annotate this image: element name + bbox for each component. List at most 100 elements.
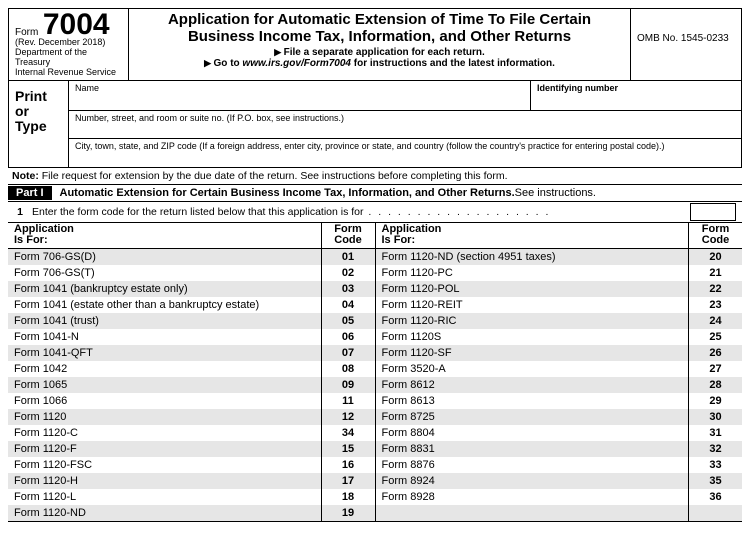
row-form-name: Form 1041 (bankruptcy estate only) bbox=[8, 283, 321, 295]
table-row: Form 106509 bbox=[8, 377, 375, 393]
subtitle-goto: Go to www.irs.gov/Form7004 for instructi… bbox=[137, 58, 622, 69]
row-form-code: 04 bbox=[321, 297, 375, 313]
row-form-code: 21 bbox=[688, 265, 742, 281]
row-form-code: 09 bbox=[321, 377, 375, 393]
row-form-code: 28 bbox=[688, 377, 742, 393]
irs-label: Internal Revenue Service bbox=[15, 67, 116, 77]
goto-pre: Go to bbox=[214, 58, 243, 69]
row-form-code: 34 bbox=[321, 425, 375, 441]
part-1-title: Automatic Extension for Certain Business… bbox=[60, 187, 515, 199]
table-row: Form 872530 bbox=[376, 409, 743, 425]
print-l3: Type bbox=[15, 118, 47, 134]
table-row: Form 861329 bbox=[376, 393, 743, 409]
dept-treasury: Department of the Treasury bbox=[15, 47, 87, 67]
address-field[interactable]: Number, street, and room or suite no. (I… bbox=[69, 111, 741, 139]
title-line-2: Business Income Tax, Information, and Ot… bbox=[188, 28, 571, 45]
table-row: Form 1041 (bankruptcy estate only)03 bbox=[8, 281, 375, 297]
form-number: 7004 bbox=[43, 11, 110, 38]
row-form-code: 06 bbox=[321, 329, 375, 345]
identity-section: Print or Type Name Identifying number Nu… bbox=[9, 81, 741, 168]
row-form-name: Form 1066 bbox=[8, 395, 321, 407]
form-7004-page: Form 7004 (Rev. December 2018) Departmen… bbox=[8, 8, 742, 168]
row-form-code: 23 bbox=[688, 297, 742, 313]
table-row: Form 706-GS(D)01 bbox=[8, 249, 375, 265]
table-row: Form 1120-SF26 bbox=[376, 345, 743, 361]
row-form-name: Form 1120-RIC bbox=[376, 315, 689, 327]
row-form-name: Form 1065 bbox=[8, 379, 321, 391]
row-form-name: Form 1120-FSC bbox=[8, 459, 321, 471]
row-form-code: 01 bbox=[321, 249, 375, 265]
table-row: Form 883132 bbox=[376, 441, 743, 457]
idnum-label: Identifying number bbox=[537, 83, 618, 93]
table-row: Form 1041-QFT07 bbox=[8, 345, 375, 361]
table-row: Form 887633 bbox=[376, 457, 743, 473]
row-form-name: Form 1041 (trust) bbox=[8, 315, 321, 327]
table-row: Form 1041 (trust)05 bbox=[8, 313, 375, 329]
row-form-name: Form 1120-ND (section 4951 taxes) bbox=[376, 251, 689, 263]
row-form-code: 19 bbox=[321, 505, 375, 521]
table-row: Form 106611 bbox=[8, 393, 375, 409]
table-row: Form 1120-REIT23 bbox=[376, 297, 743, 313]
row-form-code: 36 bbox=[688, 489, 742, 505]
row-form-name: Form 1120 bbox=[8, 411, 321, 423]
row-form-code: 20 bbox=[688, 249, 742, 265]
identifying-number-field[interactable]: Identifying number bbox=[531, 81, 741, 110]
subtitle-file-separate: File a separate application for each ret… bbox=[137, 47, 622, 58]
table-row: Form 112012 bbox=[8, 409, 375, 425]
table-row: Form 1120-H17 bbox=[8, 473, 375, 489]
form-code-input[interactable] bbox=[690, 203, 736, 221]
col-head-appfor-right: Application Is For: bbox=[376, 223, 689, 248]
line-1: 1 Enter the form code for the return lis… bbox=[8, 202, 742, 223]
table-col-right: Application Is For: Form Code Form 1120-… bbox=[376, 223, 743, 521]
row-form-code: 16 bbox=[321, 457, 375, 473]
goto-post: for instructions and the latest informat… bbox=[351, 58, 555, 69]
row-form-code: 27 bbox=[688, 361, 742, 377]
row-form-name: Form 8725 bbox=[376, 411, 689, 423]
row-form-name: Form 8876 bbox=[376, 459, 689, 471]
row-form-code: 30 bbox=[688, 409, 742, 425]
row-form-name: Form 1120-POL bbox=[376, 283, 689, 295]
row-form-name: Form 706-GS(T) bbox=[8, 267, 321, 279]
print-l1: Print bbox=[15, 88, 47, 104]
row-form-code: 31 bbox=[688, 425, 742, 441]
row-form-name: Form 8612 bbox=[376, 379, 689, 391]
table-row: Form 1120-FSC16 bbox=[8, 457, 375, 473]
col-head-appfor-left: Application Is For: bbox=[8, 223, 321, 248]
name-field[interactable]: Name bbox=[69, 81, 531, 110]
title-box: Application for Automatic Extension of T… bbox=[129, 9, 631, 80]
city-label: City, town, state, and ZIP code (If a fo… bbox=[75, 141, 665, 151]
note-text: File request for extension by the due da… bbox=[39, 170, 508, 182]
note-bold: Note: bbox=[12, 170, 39, 182]
row-form-code: 32 bbox=[688, 441, 742, 457]
row-form-name: Form 1042 bbox=[8, 363, 321, 375]
row-form-name: Form 1120-H bbox=[8, 475, 321, 487]
table-row: Form 1120-C34 bbox=[8, 425, 375, 441]
row-form-code: 15 bbox=[321, 441, 375, 457]
table-row bbox=[376, 505, 743, 521]
row-form-name: Form 1120-F bbox=[8, 443, 321, 455]
form-number-box: Form 7004 (Rev. December 2018) Departmen… bbox=[9, 9, 129, 80]
table-row: Form 3520-A27 bbox=[376, 361, 743, 377]
row-form-code: 07 bbox=[321, 345, 375, 361]
row-form-code: 02 bbox=[321, 265, 375, 281]
addr-label: Number, street, and room or suite no. (I… bbox=[75, 113, 344, 123]
row-form-code: 18 bbox=[321, 489, 375, 505]
row-form-name: Form 706-GS(D) bbox=[8, 251, 321, 263]
row-form-name: Form 8831 bbox=[376, 443, 689, 455]
part-1-tail: See instructions. bbox=[515, 187, 596, 199]
city-field[interactable]: City, town, state, and ZIP code (If a fo… bbox=[69, 139, 741, 167]
part-1-label: Part I bbox=[8, 186, 52, 200]
row-form-name: Form 1120-C bbox=[8, 427, 321, 439]
table-row: Form 1120-POL22 bbox=[376, 281, 743, 297]
row-form-code: 17 bbox=[321, 473, 375, 489]
table-row: Form 1120-RIC24 bbox=[376, 313, 743, 329]
row-form-name: Form 8928 bbox=[376, 491, 689, 503]
row-form-name: Form 1041-QFT bbox=[8, 347, 321, 359]
table-row: Form 1120-ND (section 4951 taxes)20 bbox=[376, 249, 743, 265]
table-row: Form 1120-F15 bbox=[8, 441, 375, 457]
table-row: Form 1120S25 bbox=[376, 329, 743, 345]
row-form-name: Form 1041-N bbox=[8, 331, 321, 343]
row-form-code: 25 bbox=[688, 329, 742, 345]
table-row: Form 706-GS(T)02 bbox=[8, 265, 375, 281]
form-code-table: Application Is For: Form Code Form 706-G… bbox=[8, 223, 742, 522]
